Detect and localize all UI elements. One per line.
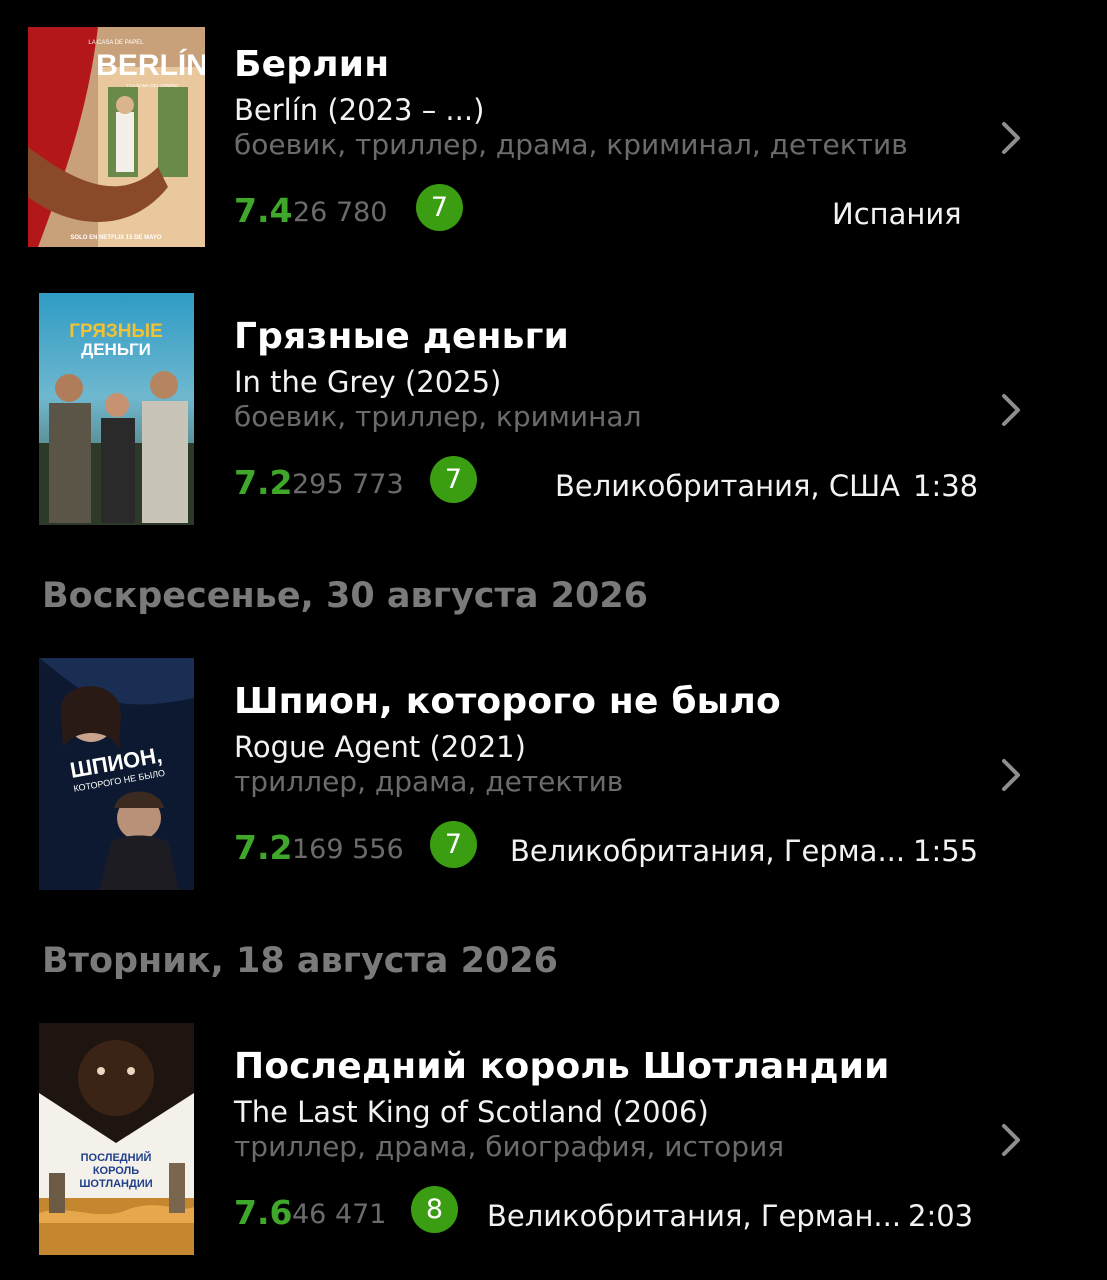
movie-item-berlin[interactable]: LA CASA DE PAPEL BERLÍN Y LA DAMA DEL AR… [0,0,1107,260]
movie-original-title: The Last King of Scotland (2006) [234,1095,709,1129]
poster-last-king-line2: КОРОЛЬ [93,1165,139,1177]
movie-item-last-king-of-scotland[interactable]: ПОСЛЕДНИЙ КОРОЛЬ ШОТЛАНДИИ Последний кор… [0,1000,1107,1280]
movie-rating: 7.6 [234,1193,293,1232]
poster-last-king-of-scotland: ПОСЛЕДНИЙ КОРОЛЬ ШОТЛАНДИИ [39,1023,194,1255]
movie-genres: триллер, драма, детектив [234,765,624,798]
movie-original-title: In the Grey (2025) [234,365,502,399]
movie-title: Берлин [234,44,390,85]
poster-rogue-agent: ШПИОН, КОТОРОГО НЕ БЫЛО [39,658,194,890]
date-header: Воскресенье, 30 августа 2026 [42,576,649,616]
user-score-badge: 7 [416,184,463,231]
poster-berlin: LA CASA DE PAPEL BERLÍN Y LA DAMA DEL AR… [28,27,205,247]
poster-in-the-grey-line1: ГРЯЗНЫЕ [69,321,163,342]
poster-last-king-line3: ШОТЛАНДИИ [79,1178,152,1190]
movie-genres: боевик, триллер, криминал [234,400,642,433]
movie-votes: 26 780 [293,197,388,228]
chevron-right-icon[interactable] [996,390,1026,430]
poster-berlin-title-text: BERLÍN [96,48,205,82]
chevron-right-icon[interactable] [996,1120,1026,1160]
movie-country: Великобритания, Герман... [487,1199,902,1233]
movie-original-title: Berlín (2023 – ...) [234,93,485,127]
movie-title: Последний король Шотландии [234,1046,890,1087]
movie-votes: 46 471 [292,1199,387,1230]
movie-genres: триллер, драма, биография, история [234,1130,785,1163]
movie-item-in-the-grey[interactable]: ГРЯЗНЫЕ ДЕНЬГИ Грязные деньги In the Gre… [0,270,1107,550]
user-score-badge: 7 [430,456,477,503]
poster-berlin-top-text: LA CASA DE PAPEL [88,40,144,46]
date-header: Вторник, 18 августа 2026 [42,941,559,981]
movie-country: Великобритания, Герма... [510,834,906,868]
movie-title: Грязные деньги [234,316,570,357]
poster-berlin-sub-text: Y LA DAMA DEL ARMIÑO [126,82,179,88]
movie-rating: 7.2 [234,828,293,867]
movie-item-rogue-agent[interactable]: ШПИОН, КОТОРОГО НЕ БЫЛО Шпион, которого … [0,635,1107,915]
movie-genres: боевик, триллер, драма, криминал, детект… [234,128,908,161]
movie-duration: 1:55 [913,834,979,868]
poster-in-the-grey-line2: ДЕНЬГИ [81,340,151,359]
movie-country: Великобритания, США [555,469,900,503]
movie-rating: 7.4 [234,191,293,230]
movie-votes: 169 556 [292,834,404,865]
poster-berlin-bottom-text: SOLO EN NETFLIX 15 DE MAYO [70,235,161,241]
movie-country: Испания [832,197,962,231]
user-score-badge: 7 [430,821,477,868]
user-score-badge: 8 [411,1186,458,1233]
chevron-right-icon[interactable] [996,118,1026,158]
poster-in-the-grey: ГРЯЗНЫЕ ДЕНЬГИ [39,293,194,525]
movie-original-title: Rogue Agent (2021) [234,730,526,764]
chevron-right-icon[interactable] [996,755,1026,795]
movie-title: Шпион, которого не было [234,681,781,722]
poster-last-king-line1: ПОСЛЕДНИЙ [81,1151,152,1164]
movie-duration: 2:03 [908,1199,974,1233]
movie-rating: 7.2 [234,463,293,502]
movie-votes: 295 773 [292,469,404,500]
movie-duration: 1:38 [913,469,979,503]
